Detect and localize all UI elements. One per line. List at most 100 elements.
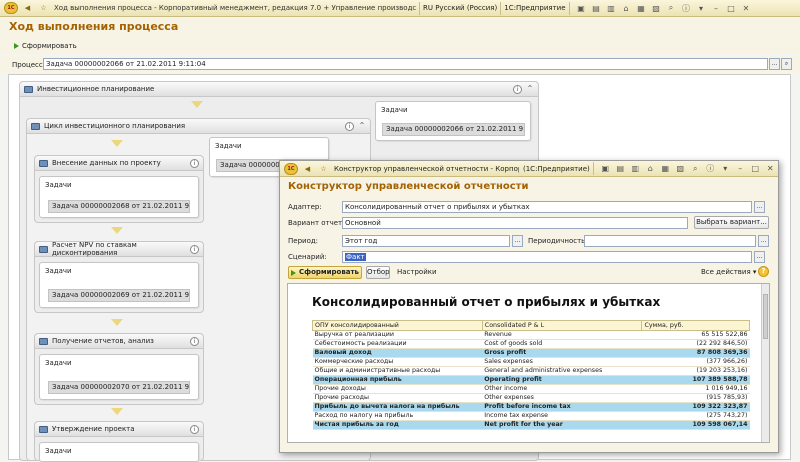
all-actions-menu[interactable]: Все действия ▾ (701, 268, 756, 276)
adapter-field[interactable]: Консолидированный отчет о прибылях и убы… (342, 201, 752, 213)
report-row[interactable]: Прочие доходы Other income 1 016 949,16 (312, 384, 750, 394)
process-row: Процесс: Задача 00000002066 от 21.02.201… (0, 56, 800, 73)
process-icon (31, 122, 40, 130)
process-field[interactable]: Задача 00000002066 от 21.02.2011 9:11:04 (43, 58, 768, 70)
report-run-label: Сформировать (299, 268, 359, 276)
minimize-icon[interactable]: – (710, 2, 723, 15)
calendar-icon[interactable]: ▧ (650, 2, 663, 15)
print-icon[interactable]: ▤ (590, 2, 603, 15)
search-icon[interactable]: ⌕ (665, 2, 678, 15)
step-npv-calc[interactable]: Расчет NPV по ставкам дисконтирования i … (34, 241, 204, 313)
favorite-star-icon[interactable]: ☆ (317, 162, 330, 175)
report-row[interactable]: Выручка от реализации Revenue 65 515 522,8… (312, 330, 750, 340)
info-icon[interactable]: ⓘ (680, 2, 693, 15)
scenario-select-button[interactable]: ... (754, 251, 765, 263)
tasks-label: Задачи (381, 106, 408, 114)
activity-icon (39, 425, 48, 433)
report-row[interactable]: Общие и административные расходы General … (312, 366, 750, 376)
info-icon[interactable]: i (190, 245, 199, 254)
maximize-icon[interactable]: □ (725, 2, 738, 15)
task-item[interactable]: Задача 00000002068 от 21.02.2011 9:11:47 (48, 200, 190, 213)
menu-icon[interactable]: ▾ (719, 162, 732, 175)
modal-window-title: Конструктор управленческой отчетности - … (334, 164, 519, 173)
info-icon[interactable]: ⓘ (704, 162, 717, 175)
maximize-icon[interactable]: □ (749, 162, 762, 175)
info-icon[interactable]: i (190, 425, 199, 434)
filter-button[interactable]: Отбор (366, 266, 390, 279)
report-spreadsheet[interactable]: Консолидированный отчет о прибылях и убы… (287, 283, 770, 443)
report-cell-sum: 87 808 369,36 (641, 348, 750, 358)
save-icon[interactable]: ▣ (599, 162, 612, 175)
task-item[interactable]: Задача 00000002066 от 21.02.2011 9:11:04 (382, 123, 525, 136)
close-icon[interactable]: ✕ (764, 162, 777, 175)
adapter-select-button[interactable]: ... (754, 201, 765, 213)
variant-field[interactable]: Основной (342, 217, 688, 229)
period-field[interactable]: Этот год (342, 235, 510, 247)
periodicity-field[interactable] (584, 235, 756, 247)
periodicity-select-button[interactable]: ... (758, 235, 769, 247)
task-item[interactable]: Задача 00000002070 от 21.02.2011 9:12:51 (48, 381, 190, 394)
print-icon[interactable]: ▤ (614, 162, 627, 175)
report-run-button[interactable]: Сформировать (288, 266, 362, 279)
report-cell-sum: (377 966,26) (641, 357, 750, 367)
report-cell-ru: Расход по налогу на прибыль (312, 411, 483, 421)
settings-link[interactable]: Настройки (397, 268, 437, 276)
report-cell-ru: Выручка от реализации (312, 330, 483, 340)
task-box-right: Задачи Задача 00000002066 от 21.02.2011 … (375, 101, 531, 141)
step-reports-analysis[interactable]: Получение отчетов, анализ i Задачи Задач… (34, 333, 204, 405)
process-open-button[interactable]: ⌕ (781, 58, 792, 70)
task-box: Задачи Задача 00000002070 от 21.02.2011 … (39, 354, 199, 400)
report-row[interactable]: Прибыль до вычета налога на прибыль Profi… (312, 402, 750, 412)
save-icon[interactable]: ▣ (575, 2, 588, 15)
menu-icon[interactable]: ▾ (695, 2, 708, 15)
info-icon[interactable]: i (190, 159, 199, 168)
report-row[interactable]: Операционная прибыль Operating profit 107 … (312, 375, 750, 385)
report-row[interactable]: Валовый доход Gross profit 87 808 369,36 (312, 348, 750, 358)
report-row[interactable]: Коммерческие расходы Sales expenses (377 9… (312, 357, 750, 367)
close-icon[interactable]: ✕ (740, 2, 753, 15)
report-constructor-window[interactable]: 1С ◀ ☆ Конструктор управленческой отчетн… (279, 160, 779, 453)
info-icon[interactable]: i (190, 337, 199, 346)
calculator-icon[interactable]: ▦ (659, 162, 672, 175)
report-cell-ru: Чистая прибыль за год (312, 420, 483, 430)
report-header-cell: Consolidated P & L (481, 320, 643, 331)
report-cell-sum: (19 203 253,16) (641, 366, 750, 376)
calendar-icon[interactable]: ▧ (674, 162, 687, 175)
report-cell-en: Cost of goods sold (482, 339, 642, 349)
favorite-star-icon[interactable]: ☆ (37, 2, 50, 15)
run-button[interactable]: Сформировать (14, 42, 77, 50)
info-icon[interactable]: i (345, 122, 354, 131)
period-select-button[interactable]: ... (512, 235, 523, 247)
report-row[interactable]: Себестоимость реализации Cost of goods so… (312, 339, 750, 349)
scenario-label: Сценарий: (288, 253, 327, 261)
step-data-entry[interactable]: Внесение данных по проекту i Задачи Зада… (34, 155, 204, 223)
preview-icon[interactable]: ▥ (629, 162, 642, 175)
choose-variant-button[interactable]: Выбрать вариант... (694, 216, 769, 229)
back-icon[interactable]: ◀ (21, 2, 34, 15)
language-indicator[interactable]: RU Русский (Россия) (423, 4, 497, 12)
minimize-icon[interactable]: – (734, 162, 747, 175)
scroll-thumb[interactable] (763, 294, 768, 339)
info-icon[interactable]: i (513, 85, 522, 94)
collapse-icon[interactable]: ⌃ (357, 121, 367, 131)
report-row[interactable]: Расход по налогу на прибыль Income tax ex… (312, 411, 750, 421)
task-box: Задачи Задача 00000002069 от 21.02.2011 … (39, 262, 199, 308)
step-project-approval[interactable]: Утверждение проекта i Задачи (34, 421, 204, 462)
task-item[interactable]: Задача 00000002069 от 21.02.2011 9:12:19 (48, 289, 190, 302)
report-row[interactable]: Чистая прибыль за год Net profit for the … (312, 420, 750, 430)
process-select-button[interactable]: ... (769, 58, 780, 70)
help-icon[interactable]: ? (758, 266, 769, 277)
vertical-scrollbar[interactable] (761, 284, 769, 442)
back-icon[interactable]: ◀ (301, 162, 314, 175)
report-row[interactable]: Прочие расходы Other expenses (915 785,93) (312, 393, 750, 403)
collapse-icon[interactable]: ⌃ (525, 84, 535, 94)
search-icon[interactable]: ⌕ (689, 162, 702, 175)
separator (592, 162, 594, 175)
preview-icon[interactable]: ▥ (605, 2, 618, 15)
calculator-icon[interactable]: ▦ (635, 2, 648, 15)
report-cell-en: General and administrative expenses (482, 366, 642, 376)
home-icon[interactable]: ⌂ (644, 162, 657, 175)
home-icon[interactable]: ⌂ (620, 2, 633, 15)
group-header: Инвестиционное планирование (20, 82, 538, 97)
scenario-field[interactable]: Факт (342, 251, 752, 263)
